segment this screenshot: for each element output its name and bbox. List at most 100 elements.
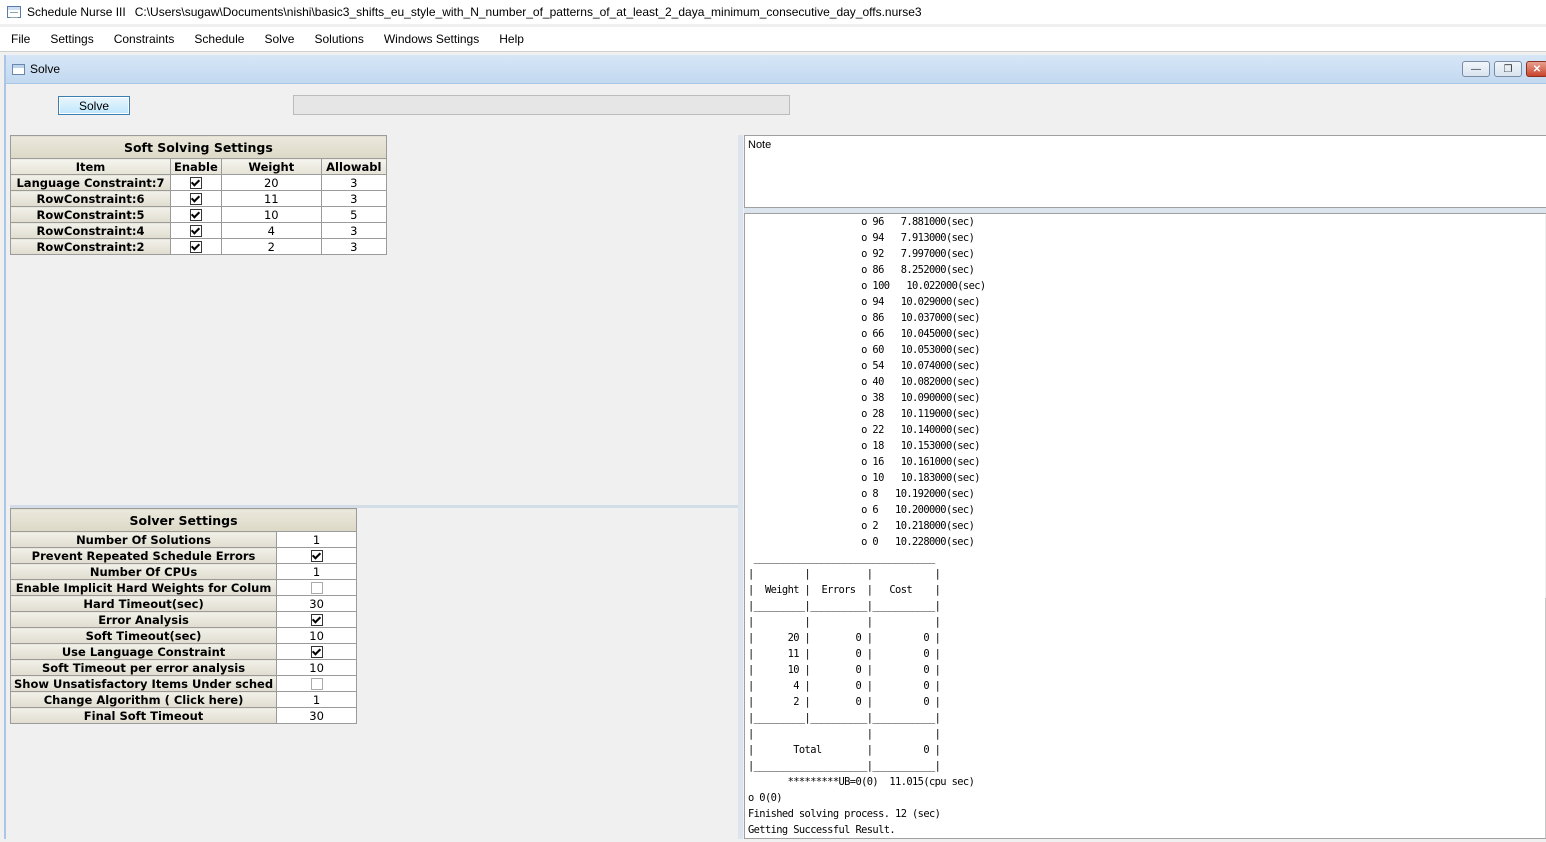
menu-solutions[interactable]: Solutions — [303, 28, 372, 50]
menu-windows-settings[interactable]: Windows Settings — [373, 28, 488, 50]
enable-checkbox[interactable] — [189, 209, 202, 221]
soft-setting-row: Language Constraint:7 20 3 — [10, 174, 387, 191]
solver-setting-value[interactable]: 1 — [276, 691, 358, 708]
solver-setting-label: Show Unsatisfactory Items Under sched — [9, 675, 278, 692]
solver-setting-row: Error Analysis — [9, 611, 358, 628]
log-text: o 96 7.881000(sec) o 94 7.913000(sec) o … — [745, 214, 1546, 838]
log-line: o 2 10.218000(sec) — [748, 520, 975, 532]
solver-setting-label: Use Language Constraint — [9, 643, 278, 660]
soft-setting-weight[interactable]: 2 — [220, 238, 322, 255]
log-line: | | | | — [748, 568, 941, 580]
solver-setting-row: Number Of CPUs 1 — [9, 563, 358, 580]
solver-log[interactable]: o 96 7.881000(sec) o 94 7.913000(sec) o … — [744, 213, 1546, 839]
close-button[interactable]: ✕ — [1526, 61, 1546, 77]
solver-setting-row: Show Unsatisfactory Items Under sched — [9, 675, 358, 692]
solver-setting-label: Soft Timeout per error analysis — [9, 659, 278, 676]
solver-setting-label: Enable Implicit Hard Weights for Colum — [9, 579, 278, 596]
log-line: |_________|__________|___________| — [748, 712, 941, 724]
soft-setting-enable-cell — [170, 174, 222, 191]
column-header[interactable]: Item — [10, 158, 171, 175]
menu-file[interactable]: File — [0, 28, 39, 50]
solver-setting-value[interactable]: 30 — [276, 595, 358, 612]
soft-settings-table: Soft Solving Settings Item Enable Weight Al… — [10, 135, 387, 255]
soft-setting-allowable[interactable]: 5 — [320, 206, 387, 223]
log-line: o 60 10.053000(sec) — [748, 344, 980, 356]
solver-setting-value[interactable]: 1 — [276, 531, 358, 548]
soft-setting-item: RowConstraint:5 — [10, 206, 171, 223]
log-line: | 10 | 0 | 0 | — [748, 664, 941, 676]
log-line: o 0(0) — [748, 792, 783, 804]
soft-setting-item: RowConstraint:2 — [10, 238, 171, 255]
solver-setting-value[interactable]: 1 — [276, 563, 358, 580]
solve-window: Solve — ❐ ✕ Solve Soft Solving Settings … — [4, 55, 1546, 839]
soft-setting-enable-cell — [170, 222, 222, 239]
log-line: | Total | 0 | — [748, 744, 941, 756]
enable-checkbox[interactable] — [189, 177, 202, 189]
log-line: o 16 10.161000(sec) — [748, 456, 980, 468]
solver-setting-value[interactable]: 10 — [276, 659, 358, 676]
menu-constraints[interactable]: Constraints — [103, 28, 184, 50]
soft-setting-allowable[interactable]: 3 — [320, 190, 387, 207]
soft-settings-caption: Soft Solving Settings — [10, 135, 387, 159]
solver-setting-label: Final Soft Timeout — [9, 707, 278, 724]
solver-setting-label: Error Analysis — [9, 611, 278, 628]
menu-help[interactable]: Help — [488, 28, 533, 50]
enable-checkbox[interactable] — [189, 241, 202, 253]
solver-setting-label: Number Of Solutions — [9, 531, 278, 548]
menu-schedule[interactable]: Schedule — [183, 28, 253, 50]
log-line: Getting Successful Result. — [748, 824, 896, 836]
log-line: ________________________________ — [748, 552, 936, 564]
soft-setting-allowable[interactable]: 3 — [320, 174, 387, 191]
log-line: o 96 7.881000(sec) — [748, 216, 975, 228]
log-line: *********UB=0(0) 11.015(cpu sec) — [748, 776, 975, 788]
soft-setting-allowable[interactable]: 3 — [320, 222, 387, 239]
solver-setting-value[interactable]: 10 — [276, 627, 358, 644]
solver-setting-row: Prevent Repeated Schedule Errors — [9, 547, 358, 564]
soft-setting-row: RowConstraint:2 2 3 — [10, 238, 387, 255]
solver-setting-row: Change Algorithm ( Click here) 1 — [9, 691, 358, 708]
log-line: |_________|__________|___________| — [748, 600, 941, 612]
menu-settings[interactable]: Settings — [39, 28, 102, 50]
setting-checkbox[interactable] — [310, 646, 323, 658]
log-line: o 28 10.119000(sec) — [748, 408, 980, 420]
soft-setting-enable-cell — [170, 206, 222, 223]
soft-setting-weight[interactable]: 11 — [220, 190, 322, 207]
soft-setting-allowable[interactable]: 3 — [320, 238, 387, 255]
solve-button[interactable]: Solve — [58, 96, 130, 115]
solver-setting-row: Final Soft Timeout 30 — [9, 707, 358, 724]
enable-checkbox[interactable] — [189, 225, 202, 237]
enable-checkbox[interactable] — [189, 193, 202, 205]
log-line: | 4 | 0 | 0 | — [748, 680, 941, 692]
solver-setting-check-cell — [276, 611, 358, 628]
solver-setting-row: Use Language Constraint — [9, 643, 358, 660]
log-line: o 40 10.082000(sec) — [748, 376, 980, 388]
setting-checkbox[interactable] — [310, 582, 323, 594]
solver-setting-check-cell — [276, 675, 358, 692]
solver-setting-label: Soft Timeout(sec) — [9, 627, 278, 644]
menu-solve[interactable]: Solve — [253, 28, 303, 50]
log-line: | 2 | 0 | 0 | — [748, 696, 941, 708]
solve-window-title: Solve — [30, 62, 61, 76]
soft-setting-weight[interactable]: 4 — [220, 222, 322, 239]
soft-setting-weight[interactable]: 20 — [220, 174, 322, 191]
column-header[interactable]: Weight — [220, 158, 322, 175]
solver-setting-label: Hard Timeout(sec) — [9, 595, 278, 612]
setting-checkbox[interactable] — [310, 678, 323, 690]
setting-checkbox[interactable] — [310, 614, 323, 626]
column-header[interactable]: Enable — [170, 158, 222, 175]
soft-setting-row: RowConstraint:5 10 5 — [10, 206, 387, 223]
vertical-splitter[interactable] — [738, 135, 743, 839]
soft-setting-weight[interactable]: 10 — [220, 206, 322, 223]
solver-setting-value[interactable]: 30 — [276, 707, 358, 724]
column-header[interactable]: Allowabl — [320, 158, 387, 175]
note-box[interactable]: Note — [744, 135, 1546, 208]
soft-setting-row: RowConstraint:6 11 3 — [10, 190, 387, 207]
solver-settings-pane: Solver Settings Number Of Solutions 1 Prev… — [9, 505, 738, 842]
restore-button[interactable]: ❐ — [1494, 61, 1522, 77]
solver-settings-caption: Solver Settings — [9, 508, 358, 532]
log-line: o 18 10.153000(sec) — [748, 440, 980, 452]
soft-setting-item: RowConstraint:4 — [10, 222, 171, 239]
minimize-button[interactable]: — — [1462, 61, 1490, 77]
setting-checkbox[interactable] — [310, 550, 323, 562]
log-line: o 10 10.183000(sec) — [748, 472, 980, 484]
